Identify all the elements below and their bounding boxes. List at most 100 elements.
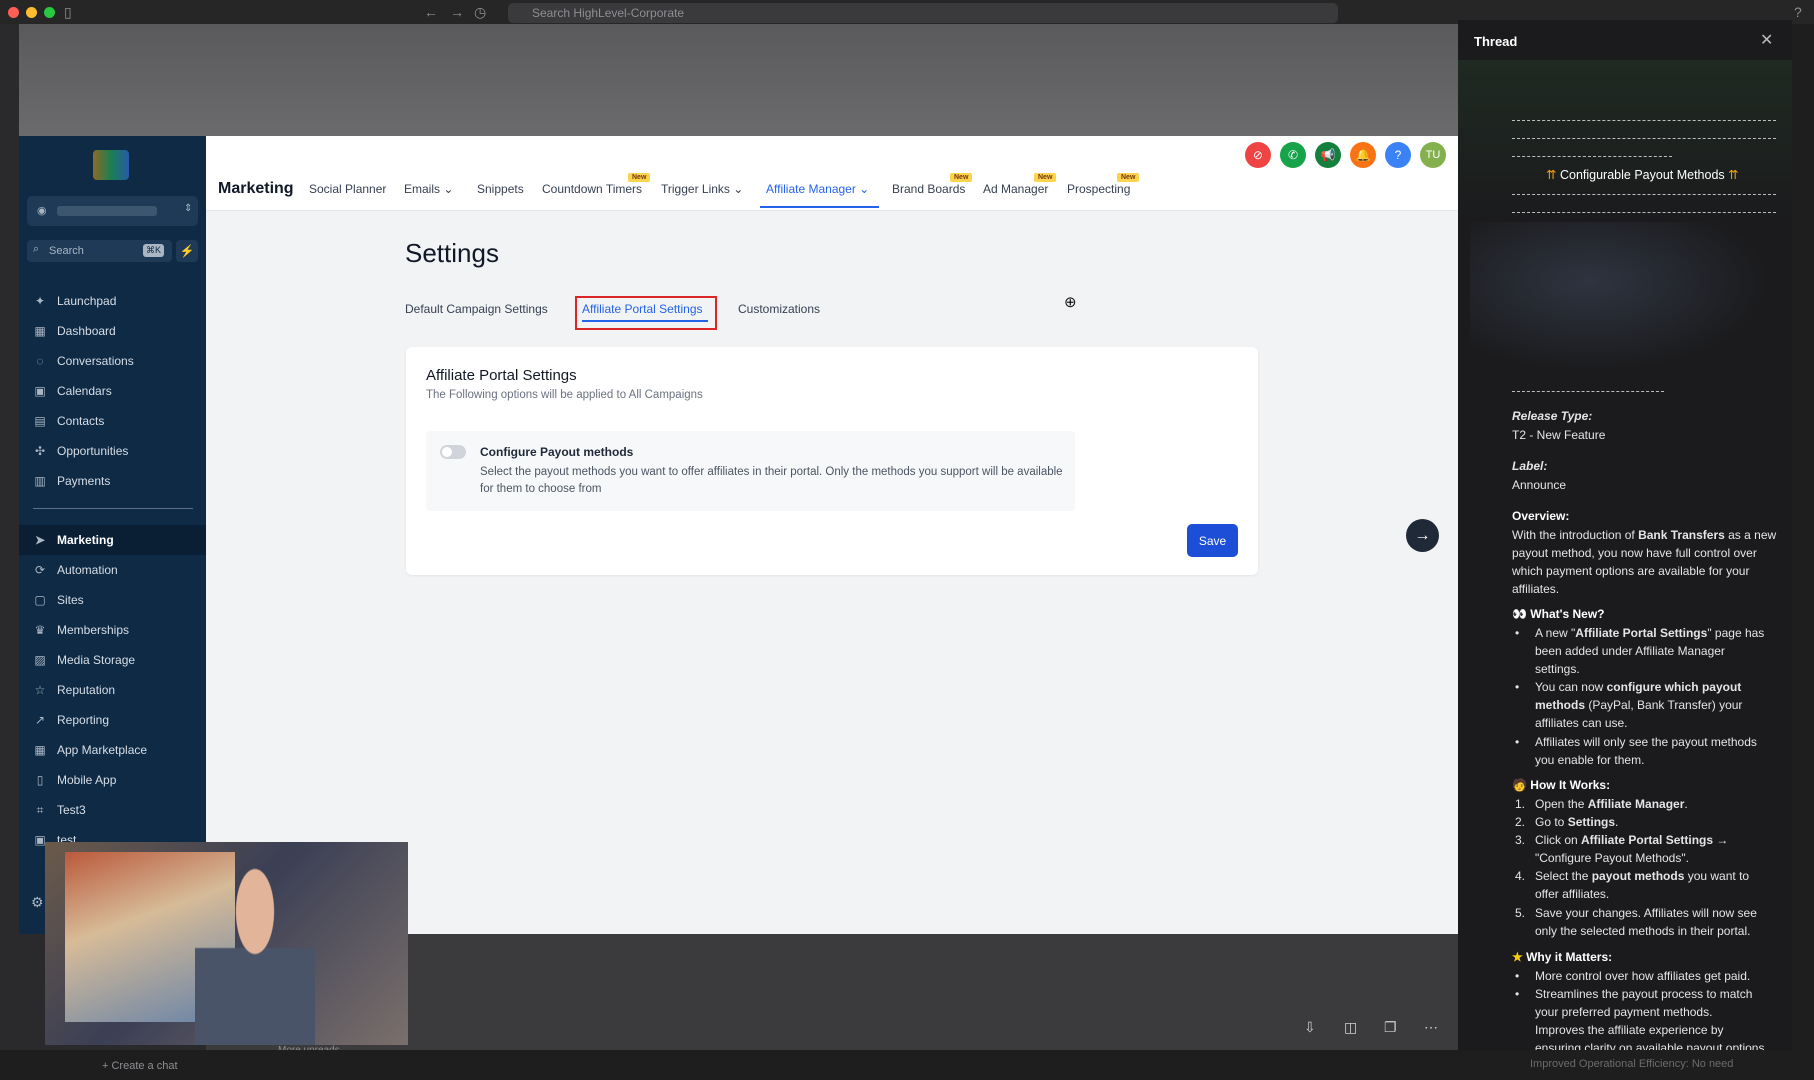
- chat-icon: ◌: [36, 354, 44, 368]
- option-description: Select the payout methods you want to of…: [480, 466, 1063, 495]
- list-marker: •: [1515, 626, 1520, 640]
- nav-social-planner[interactable]: Social Planner: [309, 182, 386, 196]
- sidebar-item-label: Mobile App: [57, 773, 117, 787]
- tab-customizations[interactable]: Customizations: [738, 302, 820, 316]
- payout-toggle[interactable]: [440, 445, 466, 459]
- release-type-label: Release Type:: [1512, 409, 1593, 423]
- app-search-bar[interactable]: Search HighLevel-Corporate: [508, 3, 1338, 23]
- minimize-window-icon[interactable]: [26, 7, 37, 18]
- back-icon[interactable]: ←: [424, 4, 438, 20]
- save-button[interactable]: Save: [1187, 524, 1238, 557]
- label-value: Announce: [1512, 478, 1567, 492]
- sidebar-item-label: Conversations: [57, 354, 134, 368]
- list-marker: •: [1515, 680, 1520, 694]
- quick-action-button[interactable]: ⚡: [176, 240, 198, 262]
- forward-icon[interactable]: →: [450, 4, 464, 20]
- sidebar-item-sites[interactable]: ▢ Sites: [19, 585, 206, 615]
- download-icon[interactable]: ⇩: [1304, 1019, 1316, 1036]
- list-item-text: Improves the affiliate experience by ens…: [1535, 1023, 1768, 1053]
- megaphone-icon[interactable]: 📢: [1315, 142, 1341, 168]
- sidebar-toggle-icon[interactable]: ▯: [64, 4, 72, 21]
- split-view-icon[interactable]: ◫: [1344, 1019, 1357, 1036]
- more-icon[interactable]: ⋯: [1424, 1019, 1438, 1036]
- payments-icon: ▥: [34, 474, 46, 488]
- sidebar-item-reputation[interactable]: ☆ Reputation: [19, 675, 206, 705]
- nav-prospecting[interactable]: Prospecting: [1067, 182, 1130, 196]
- compass-icon[interactable]: ⊘: [1245, 142, 1271, 168]
- nav-emails[interactable]: Emails ⌄: [404, 182, 453, 196]
- sidebar-item-opportunities[interactable]: ✣ Opportunities: [19, 436, 206, 466]
- dashed-line: [1512, 156, 1672, 157]
- why-label: Why it Matters:: [1526, 950, 1613, 964]
- dashed-line: [1512, 138, 1776, 139]
- phone-icon[interactable]: ✆: [1280, 142, 1306, 168]
- copy-icon[interactable]: ❐: [1384, 1019, 1397, 1036]
- user-icon: ◉: [37, 205, 47, 217]
- bell-icon[interactable]: 🔔: [1350, 142, 1376, 168]
- label-label: Label:: [1512, 459, 1548, 473]
- nav-snippets[interactable]: Snippets: [477, 182, 524, 196]
- sidebar-item-automation[interactable]: ⟳ Automation: [19, 555, 206, 585]
- overview-bold: Bank Transfers: [1638, 528, 1725, 542]
- list-item-text: Select the: [1535, 869, 1592, 883]
- history-icon[interactable]: ◷: [474, 4, 486, 21]
- sidebar-item-label: Reputation: [57, 683, 116, 697]
- tab-default-campaign-settings[interactable]: Default Campaign Settings: [405, 302, 548, 316]
- chart-up-icon: ⇈: [1728, 168, 1739, 182]
- blurred-image: [1470, 222, 1770, 372]
- sidebar-item-conversations[interactable]: ◌ Conversations: [19, 346, 206, 376]
- help-icon[interactable]: ?: [1794, 4, 1802, 20]
- list-item-bold: Affiliate Manager: [1587, 797, 1685, 811]
- sidebar-item-calendars[interactable]: ▣ Calendars: [19, 376, 206, 406]
- overview-label: Overview:: [1512, 509, 1570, 523]
- blurred-left-edge: [0, 24, 19, 1080]
- create-chat-link[interactable]: + Create a chat: [102, 1060, 178, 1072]
- help-circle-icon[interactable]: ?: [1385, 142, 1411, 168]
- list-marker: •: [1515, 969, 1520, 983]
- sidebar-item-app-marketplace[interactable]: ▦ App Marketplace: [19, 735, 206, 765]
- why-heading: ★ Why it Matters:: [1512, 950, 1612, 964]
- arrow-right-icon[interactable]: →: [1406, 519, 1439, 552]
- nav-brand-boards[interactable]: Brand Boards: [892, 182, 965, 196]
- maximize-window-icon[interactable]: [44, 7, 55, 18]
- tab-affiliate-portal-settings[interactable]: Affiliate Portal Settings: [582, 302, 703, 316]
- sidebar-item-media-storage[interactable]: ▨ Media Storage: [19, 645, 206, 675]
- card-subtitle: The Following options will be applied to…: [426, 389, 703, 401]
- sidebar-item-marketing[interactable]: ➤ Marketing: [19, 525, 206, 555]
- sidebar-item-reporting[interactable]: ↗ Reporting: [19, 705, 206, 735]
- chevron-down-icon: ⌄: [859, 182, 870, 196]
- list-item: •Improves the affiliate experience by en…: [1535, 1021, 1771, 1053]
- list-item-text: Click on: [1535, 833, 1582, 847]
- nav-countdown-timers[interactable]: Countdown Timers: [542, 182, 642, 196]
- sidebar-divider: [33, 508, 193, 509]
- sidebar-item-label: Contacts: [57, 414, 105, 428]
- close-window-icon[interactable]: [8, 7, 19, 18]
- sidebar-item-test3[interactable]: ⌗ Test3: [19, 795, 206, 825]
- list-item-text: Streamlines the payout process to match …: [1535, 987, 1753, 1019]
- automation-icon: ⟳: [34, 563, 46, 577]
- overview-text: With the introduction of Bank Transfers …: [1512, 526, 1778, 598]
- list-marker: 4.: [1515, 869, 1526, 883]
- list-item: • A new "Affiliate Portal Settings" page …: [1515, 624, 1771, 678]
- nav-affiliate-manager[interactable]: Affiliate Manager ⌄: [766, 182, 869, 196]
- sidebar-item-contacts[interactable]: ▤ Contacts: [19, 406, 206, 436]
- sidebar-item-dashboard[interactable]: ▦ Dashboard: [19, 316, 206, 346]
- nav-ad-manager[interactable]: Ad Manager: [983, 182, 1048, 196]
- settings-gear-icon[interactable]: ⚙: [31, 894, 44, 911]
- list-item: • Streamlines the payout process to match…: [1515, 985, 1771, 1021]
- sidebar-search[interactable]: ⌕ Search ⌘K: [27, 240, 172, 262]
- account-switcher[interactable]: ◉ ⇕: [27, 196, 198, 226]
- sidebar-item-mobile-app[interactable]: ▯ Mobile App: [19, 765, 206, 795]
- list-item: • Affiliates will only see the payout met…: [1515, 733, 1771, 769]
- blurred-header-area: [19, 24, 1458, 136]
- banner-title: ⇈ Configurable Payout Methods ⇈: [1546, 167, 1739, 182]
- list-item-bold: Affiliate Portal Settings: [1575, 626, 1708, 640]
- sidebar-item-payments[interactable]: ▥ Payments: [19, 466, 206, 496]
- avatar[interactable]: TU: [1420, 142, 1446, 168]
- nav-trigger-links[interactable]: Trigger Links ⌄: [661, 182, 743, 196]
- sidebar-item-memberships[interactable]: ♛ Memberships: [19, 615, 206, 645]
- sidebar-item-label: Opportunities: [57, 444, 129, 458]
- dashed-line: [1512, 120, 1776, 121]
- sidebar-item-launchpad[interactable]: ✦ Launchpad: [19, 286, 206, 316]
- close-icon[interactable]: ✕: [1760, 30, 1773, 50]
